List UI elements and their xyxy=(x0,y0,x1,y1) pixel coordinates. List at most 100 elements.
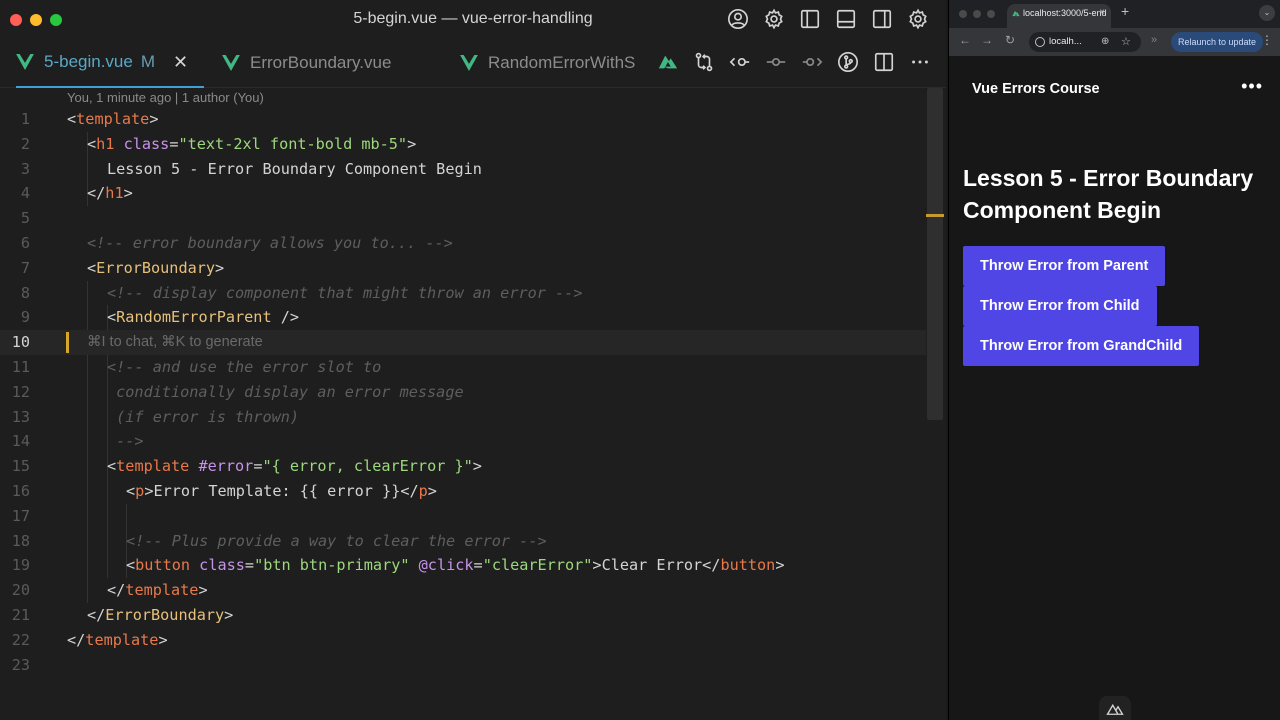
site-title[interactable]: Vue Errors Course xyxy=(972,81,1100,97)
maximize-window-button[interactable] xyxy=(987,10,995,18)
code-line: 2 <h1 class="text-2xl font-bold mb-5"> xyxy=(0,132,926,157)
code-line: 9 <RandomErrorParent /> xyxy=(0,305,926,330)
git-next-icon[interactable] xyxy=(800,50,824,74)
line-number: 23 xyxy=(11,655,30,674)
tab-search-icon[interactable]: ⌄ xyxy=(1259,5,1275,21)
code-line: 1 <template> xyxy=(0,107,926,132)
close-window-button[interactable] xyxy=(959,10,967,18)
site-info-icon[interactable] xyxy=(1035,37,1045,47)
nuxt-devtools-button[interactable] xyxy=(1099,696,1131,720)
browser-window: localhost:3000/5-end × + ⌄ ← → ↻ localh.… xyxy=(948,0,1280,720)
sidebar-right-icon[interactable] xyxy=(870,7,894,31)
line-number: 8 xyxy=(20,283,30,302)
line-number: 3 xyxy=(20,159,30,178)
code-line: 12 conditionally display an error messag… xyxy=(0,380,926,405)
modified-indicator: M xyxy=(140,52,156,71)
compare-icon[interactable] xyxy=(692,50,716,74)
line-number: 14 xyxy=(11,432,30,451)
nuxt-icon[interactable] xyxy=(656,50,680,74)
line-number: 17 xyxy=(11,506,30,525)
browser-tab-strip: localhost:3000/5-end × + ⌄ xyxy=(949,0,1280,28)
code-line: 8 <!-- display component that might throw… xyxy=(0,281,926,306)
tab-label: RandomErrorWithS xyxy=(488,53,636,72)
code-line: 16 <p>Error Template: {{ error }}</p> xyxy=(0,479,926,504)
more-icon[interactable] xyxy=(908,50,932,74)
line-number: 20 xyxy=(11,581,30,600)
code-line: 18 <!-- Plus provide a way to clear the e… xyxy=(0,529,926,554)
line-number: 10 xyxy=(11,333,30,352)
code-line: 15 <template #error="{ error, clearError … xyxy=(0,454,926,479)
nuxt-logo-icon xyxy=(1106,703,1124,715)
git-commit-icon[interactable] xyxy=(764,50,788,74)
zoom-icon[interactable]: ⊕ xyxy=(1101,32,1109,52)
settings-icon[interactable] xyxy=(906,7,930,31)
line-number: 22 xyxy=(11,630,30,649)
tab-title: localhost:3000/5-end xyxy=(1023,8,1107,18)
code-line: 6 <!-- error boundary allows you to... --… xyxy=(0,231,926,256)
new-tab-button[interactable]: + xyxy=(1121,3,1129,19)
panel-bottom-icon[interactable] xyxy=(834,7,858,31)
code-line: 3 Lesson 5 - Error Boundary Component Beg… xyxy=(0,157,926,182)
git-graph-icon[interactable] xyxy=(836,50,860,74)
line-number: 2 xyxy=(20,134,30,153)
line-number: 13 xyxy=(11,407,30,426)
forward-icon[interactable]: → xyxy=(981,33,993,47)
editor-titlebar: 5-begin.vue — vue-error-handling xyxy=(0,0,946,38)
address-text: localh... xyxy=(1049,36,1082,47)
menu-dots-icon[interactable]: ••• xyxy=(1241,76,1263,97)
editor-tab-bar: 5-begin.vue M ✕ ErrorBoundary.vue Random… xyxy=(0,38,946,88)
throw-error-parent-button[interactable]: Throw Error from Parent xyxy=(963,246,1166,286)
nuxt-favicon-icon xyxy=(1012,10,1020,17)
ai-hint: ⌘I to chat, ⌘K to generate xyxy=(87,334,263,351)
tab-randomerrorwith[interactable]: RandomErrorWithS xyxy=(460,38,642,88)
browser-menu-icon[interactable]: ⋮ xyxy=(1261,33,1273,47)
relaunch-button[interactable]: Relaunch to update xyxy=(1171,32,1263,52)
line-number: 6 xyxy=(20,234,30,252)
code-line: 23 xyxy=(0,653,926,678)
close-tab-icon[interactable]: ✕ xyxy=(173,52,188,73)
tab-label: ErrorBoundary.vue xyxy=(250,53,392,72)
line-number: 18 xyxy=(11,531,30,550)
minimize-window-button[interactable] xyxy=(973,10,981,18)
throw-error-child-button[interactable]: Throw Error from Child xyxy=(963,286,1157,326)
line-number: 12 xyxy=(11,382,30,401)
code-line: 21 </ErrorBoundary> xyxy=(0,603,926,628)
line-number: 1 xyxy=(20,110,30,128)
code-line: 22 </template> xyxy=(0,628,926,653)
reload-icon[interactable]: ↻ xyxy=(1005,33,1015,47)
sidebar-left-icon[interactable] xyxy=(798,7,822,31)
line-number: 5 xyxy=(20,209,30,228)
vue-file-icon xyxy=(16,54,34,70)
scrollbar-thumb[interactable] xyxy=(927,88,943,420)
back-icon[interactable]: ← xyxy=(959,33,971,47)
current-line[interactable]: 10 ⌘I to chat, ⌘K to generate xyxy=(0,330,926,355)
git-prev-icon[interactable] xyxy=(728,50,752,74)
extensions-chevron-icon[interactable]: » xyxy=(1151,34,1157,46)
line-number: 4 xyxy=(20,184,30,203)
bookmark-star-icon[interactable]: ☆ xyxy=(1121,32,1131,52)
line-number: 16 xyxy=(11,482,30,500)
code-line: 13 (if error is thrown) xyxy=(0,405,926,430)
tab-errorboundary-vue[interactable]: ErrorBoundary.vue xyxy=(222,38,391,88)
git-blame-annotation[interactable]: You, 1 minute ago | 1 author (You) xyxy=(67,90,264,105)
tab-5-begin-vue[interactable]: 5-begin.vue M ✕ xyxy=(16,38,204,88)
address-bar[interactable]: localh... ⊕ ☆ xyxy=(1029,32,1141,52)
lesson-title: Lesson 5 - Error Boundary Component Begi… xyxy=(963,165,1254,223)
line-number: 7 xyxy=(20,258,30,277)
account-icon[interactable] xyxy=(726,7,750,31)
split-editor-icon[interactable] xyxy=(872,50,896,74)
cursor-position-marker xyxy=(926,214,944,217)
code-line: 19 <button class="btn btn-primary" @click… xyxy=(0,553,926,578)
code-line: 20 </template> xyxy=(0,578,926,603)
gear-icon[interactable] xyxy=(762,7,786,31)
vue-file-icon xyxy=(222,55,240,71)
browser-tab[interactable]: localhost:3000/5-end × xyxy=(1007,4,1111,28)
title-bar-actions xyxy=(726,7,930,31)
line-number: 19 xyxy=(11,556,30,575)
tab-label: 5-begin.vue xyxy=(44,52,133,71)
editor-scrollbar[interactable] xyxy=(926,88,944,720)
throw-error-grandchild-button[interactable]: Throw Error from GrandChild xyxy=(963,326,1200,366)
line-number: 9 xyxy=(20,308,30,327)
close-tab-icon[interactable]: × xyxy=(1099,4,1105,22)
code-line: 4 </h1> xyxy=(0,181,926,206)
